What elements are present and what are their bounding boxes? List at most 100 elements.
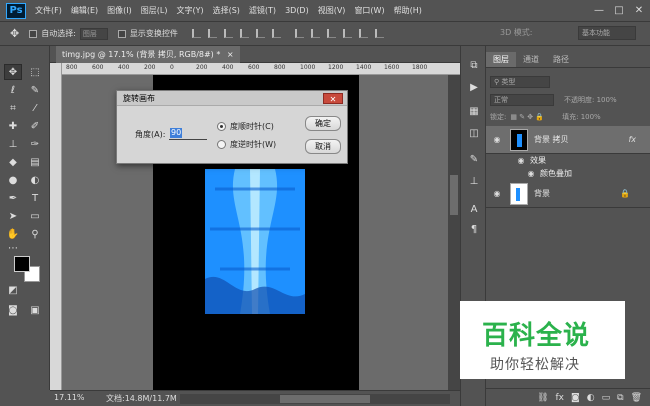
align-vcenter-icon[interactable] bbox=[207, 29, 217, 38]
menu-3d[interactable]: 3D(D) bbox=[285, 6, 309, 15]
counterclockwise-radio[interactable] bbox=[217, 140, 226, 149]
restore-icon[interactable]: □ bbox=[612, 3, 626, 17]
fx-icon[interactable]: fx bbox=[628, 135, 636, 144]
fill-field[interactable]: 填充: 100% bbox=[562, 112, 601, 122]
clone-source-icon[interactable]: ⊥ bbox=[467, 174, 481, 188]
new-group-icon[interactable]: ▭ bbox=[602, 393, 611, 403]
brush-tool-icon[interactable]: ✐ bbox=[26, 118, 44, 134]
character-panel-icon[interactable]: A bbox=[467, 202, 481, 216]
rectangle-tool-icon[interactable]: ▭ bbox=[26, 208, 44, 224]
distribute-top-icon[interactable] bbox=[294, 29, 304, 38]
menu-image[interactable]: 图像(I) bbox=[107, 5, 132, 16]
delete-layer-icon[interactable]: 🗑 bbox=[631, 393, 642, 403]
menu-layer[interactable]: 图层(L) bbox=[141, 5, 168, 16]
paragraph-panel-icon[interactable]: ¶ bbox=[467, 222, 481, 236]
dialog-title-bar[interactable]: 旋转画布 ✕ bbox=[117, 91, 347, 106]
vertical-scroll-thumb[interactable] bbox=[450, 175, 458, 215]
effects-row[interactable]: ◉ 效果 bbox=[486, 154, 650, 167]
opacity-field[interactable]: 不透明度: 100% bbox=[564, 95, 617, 105]
clockwise-radio[interactable] bbox=[217, 122, 226, 131]
menu-help[interactable]: 帮助(H) bbox=[394, 5, 422, 16]
link-layers-icon[interactable]: ⛓ bbox=[537, 393, 548, 403]
clone-stamp-icon[interactable]: ⊥ bbox=[4, 136, 22, 152]
path-select-icon[interactable]: ➤ bbox=[4, 208, 22, 224]
type-tool-icon[interactable]: T bbox=[26, 190, 44, 206]
layer-row-bg-copy[interactable]: ◉ 背景 拷贝 fx bbox=[486, 126, 650, 154]
tab-layers[interactable]: 图层 bbox=[486, 52, 516, 67]
menu-window[interactable]: 窗口(W) bbox=[354, 5, 384, 16]
close-icon[interactable]: ✕ bbox=[632, 3, 646, 17]
horizontal-scrollbar[interactable] bbox=[180, 394, 450, 404]
distribute-right-icon[interactable] bbox=[374, 29, 384, 38]
pen-tool-icon[interactable]: ✒ bbox=[4, 190, 22, 206]
align-left-icon[interactable] bbox=[239, 29, 249, 38]
menu-file[interactable]: 文件(F) bbox=[35, 5, 62, 16]
clockwise-option[interactable]: 度顺时针(C) bbox=[217, 121, 274, 132]
counterclockwise-option[interactable]: 度逆时针(W) bbox=[217, 139, 276, 150]
properties-panel-icon[interactable]: ▦ bbox=[467, 104, 481, 118]
align-bottom-icon[interactable] bbox=[223, 29, 233, 38]
auto-select-checkbox[interactable] bbox=[29, 29, 38, 38]
blur-tool-icon[interactable]: ● bbox=[4, 172, 22, 188]
menu-type[interactable]: 文字(Y) bbox=[176, 5, 203, 16]
document-tab-close-icon[interactable]: × bbox=[227, 50, 234, 59]
crop-tool-icon[interactable]: ⌗ bbox=[4, 100, 22, 116]
history-panel-icon[interactable]: ⧉ bbox=[467, 58, 481, 72]
vertical-scrollbar[interactable] bbox=[448, 75, 460, 390]
more-tools-icon[interactable]: ⋯ bbox=[4, 240, 22, 256]
blend-mode-dropdown[interactable]: 正常 bbox=[490, 94, 554, 106]
color-overlay-row[interactable]: ◉ 颜色叠加 bbox=[486, 167, 650, 180]
quick-mask-icon[interactable]: ◙ bbox=[4, 302, 22, 318]
menu-select[interactable]: 选择(S) bbox=[213, 5, 240, 16]
add-mask-icon[interactable]: ◙ bbox=[571, 393, 580, 403]
minimize-icon[interactable]: — bbox=[592, 3, 606, 17]
eraser-tool-icon[interactable]: ◆ bbox=[4, 154, 22, 170]
healing-brush-icon[interactable]: ✚ bbox=[4, 118, 22, 134]
gradient-tool-icon[interactable]: ▤ bbox=[26, 154, 44, 170]
workspace-dropdown[interactable]: 基本功能 bbox=[578, 26, 636, 40]
horizontal-scroll-thumb[interactable] bbox=[280, 395, 370, 403]
dodge-tool-icon[interactable]: ◐ bbox=[26, 172, 44, 188]
show-transform-checkbox[interactable] bbox=[117, 29, 126, 38]
foreground-color-swatch[interactable] bbox=[14, 256, 30, 272]
effects-eye-icon[interactable]: ◉ bbox=[514, 156, 528, 165]
screen-mode-icon[interactable]: ▣ bbox=[26, 302, 44, 318]
new-layer-icon[interactable]: ⧉ bbox=[617, 393, 623, 403]
color-overlay-eye-icon[interactable]: ◉ bbox=[524, 169, 538, 178]
menu-filter[interactable]: 滤镜(T) bbox=[249, 5, 276, 16]
align-hcenter-icon[interactable] bbox=[255, 29, 265, 38]
eyedropper-tool-icon[interactable]: ⁄ bbox=[26, 100, 44, 116]
layer-filter-dropdown[interactable]: ⚲ 类型 bbox=[490, 76, 550, 88]
menu-edit[interactable]: 编辑(E) bbox=[71, 5, 98, 16]
add-style-icon[interactable]: fx bbox=[556, 393, 565, 403]
menu-view[interactable]: 视图(V) bbox=[318, 5, 346, 16]
history-brush-icon[interactable]: ✑ bbox=[26, 136, 44, 152]
quick-select-tool-icon[interactable]: ✎ bbox=[26, 82, 44, 98]
zoom-tool-icon[interactable]: ⚲ bbox=[26, 226, 44, 242]
actions-play-icon[interactable]: ▶ bbox=[467, 80, 481, 94]
lasso-tool-icon[interactable]: ℓ bbox=[4, 82, 22, 98]
align-top-icon[interactable] bbox=[191, 29, 201, 38]
distribute-left-icon[interactable] bbox=[342, 29, 352, 38]
distribute-bottom-icon[interactable] bbox=[326, 29, 336, 38]
angle-input[interactable]: 90 bbox=[169, 127, 207, 140]
tab-channels[interactable]: 通道 bbox=[516, 52, 546, 67]
align-right-icon[interactable] bbox=[271, 29, 281, 38]
cancel-button[interactable]: 取消 bbox=[305, 139, 341, 154]
auto-select-dropdown[interactable]: 图层 bbox=[79, 27, 108, 40]
tab-paths[interactable]: 路径 bbox=[546, 52, 576, 67]
adjustment-layer-icon[interactable]: ◐ bbox=[587, 393, 595, 403]
distribute-hcenter-icon[interactable] bbox=[358, 29, 368, 38]
move-tool-icon[interactable]: ✥ bbox=[4, 64, 22, 80]
zoom-level[interactable]: 17.11% bbox=[54, 393, 85, 402]
lock-icons[interactable]: ▦ ✎ ✥ 🔒 bbox=[510, 113, 544, 121]
move-tool-icon[interactable]: ✥ bbox=[10, 27, 19, 40]
brush-panel-icon[interactable]: ✎ bbox=[467, 152, 481, 166]
adjustments-panel-icon[interactable]: ◫ bbox=[467, 126, 481, 140]
layer-row-background[interactable]: ◉ 背景 🔒 bbox=[486, 180, 650, 208]
default-colors-icon[interactable]: ◩ bbox=[4, 282, 22, 298]
visibility-eye-icon[interactable]: ◉ bbox=[490, 189, 504, 198]
document-tab[interactable]: timg.jpg @ 17.1% (背景 拷贝, RGB/8#) * × bbox=[56, 46, 240, 63]
distribute-vcenter-icon[interactable] bbox=[310, 29, 320, 38]
visibility-eye-icon[interactable]: ◉ bbox=[490, 135, 504, 144]
